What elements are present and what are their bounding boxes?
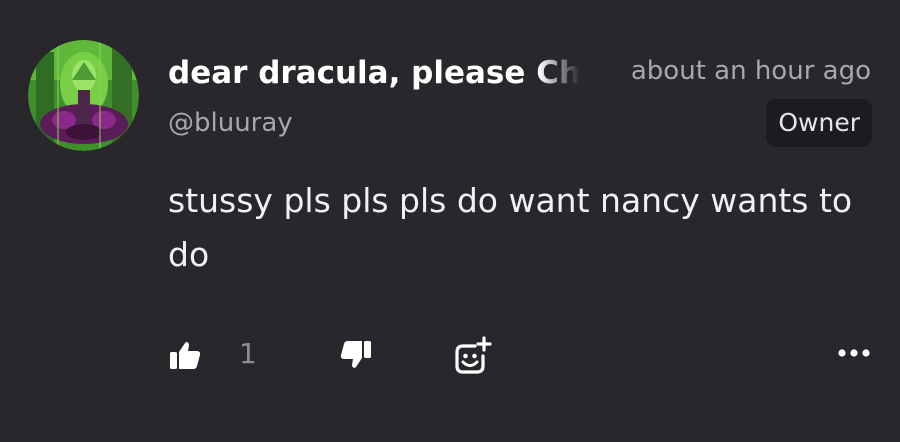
avatar-image <box>28 40 139 151</box>
more-dots-icon <box>838 349 870 357</box>
more-options-button[interactable] <box>832 339 876 367</box>
author-handle[interactable]: @bluuray <box>168 104 293 142</box>
comment-text: stussy pls pls pls do want nancy wants t… <box>168 181 853 274</box>
like-count: 1 <box>239 337 257 370</box>
owner-badge: Owner <box>766 99 872 147</box>
add-reaction-button[interactable] <box>450 334 496 378</box>
author-name[interactable]: dear dracula, please Ch <box>168 51 580 95</box>
add-reaction-icon <box>455 336 492 374</box>
thumbs-down-icon <box>340 341 371 368</box>
dislike-button[interactable] <box>336 337 376 373</box>
like-button[interactable] <box>165 337 205 373</box>
thumbs-up-icon <box>170 342 201 369</box>
timestamp: about an hour ago <box>630 56 871 86</box>
comment-card: dear dracula, please Ch about an hour ag… <box>0 0 900 442</box>
avatar[interactable] <box>28 40 139 151</box>
